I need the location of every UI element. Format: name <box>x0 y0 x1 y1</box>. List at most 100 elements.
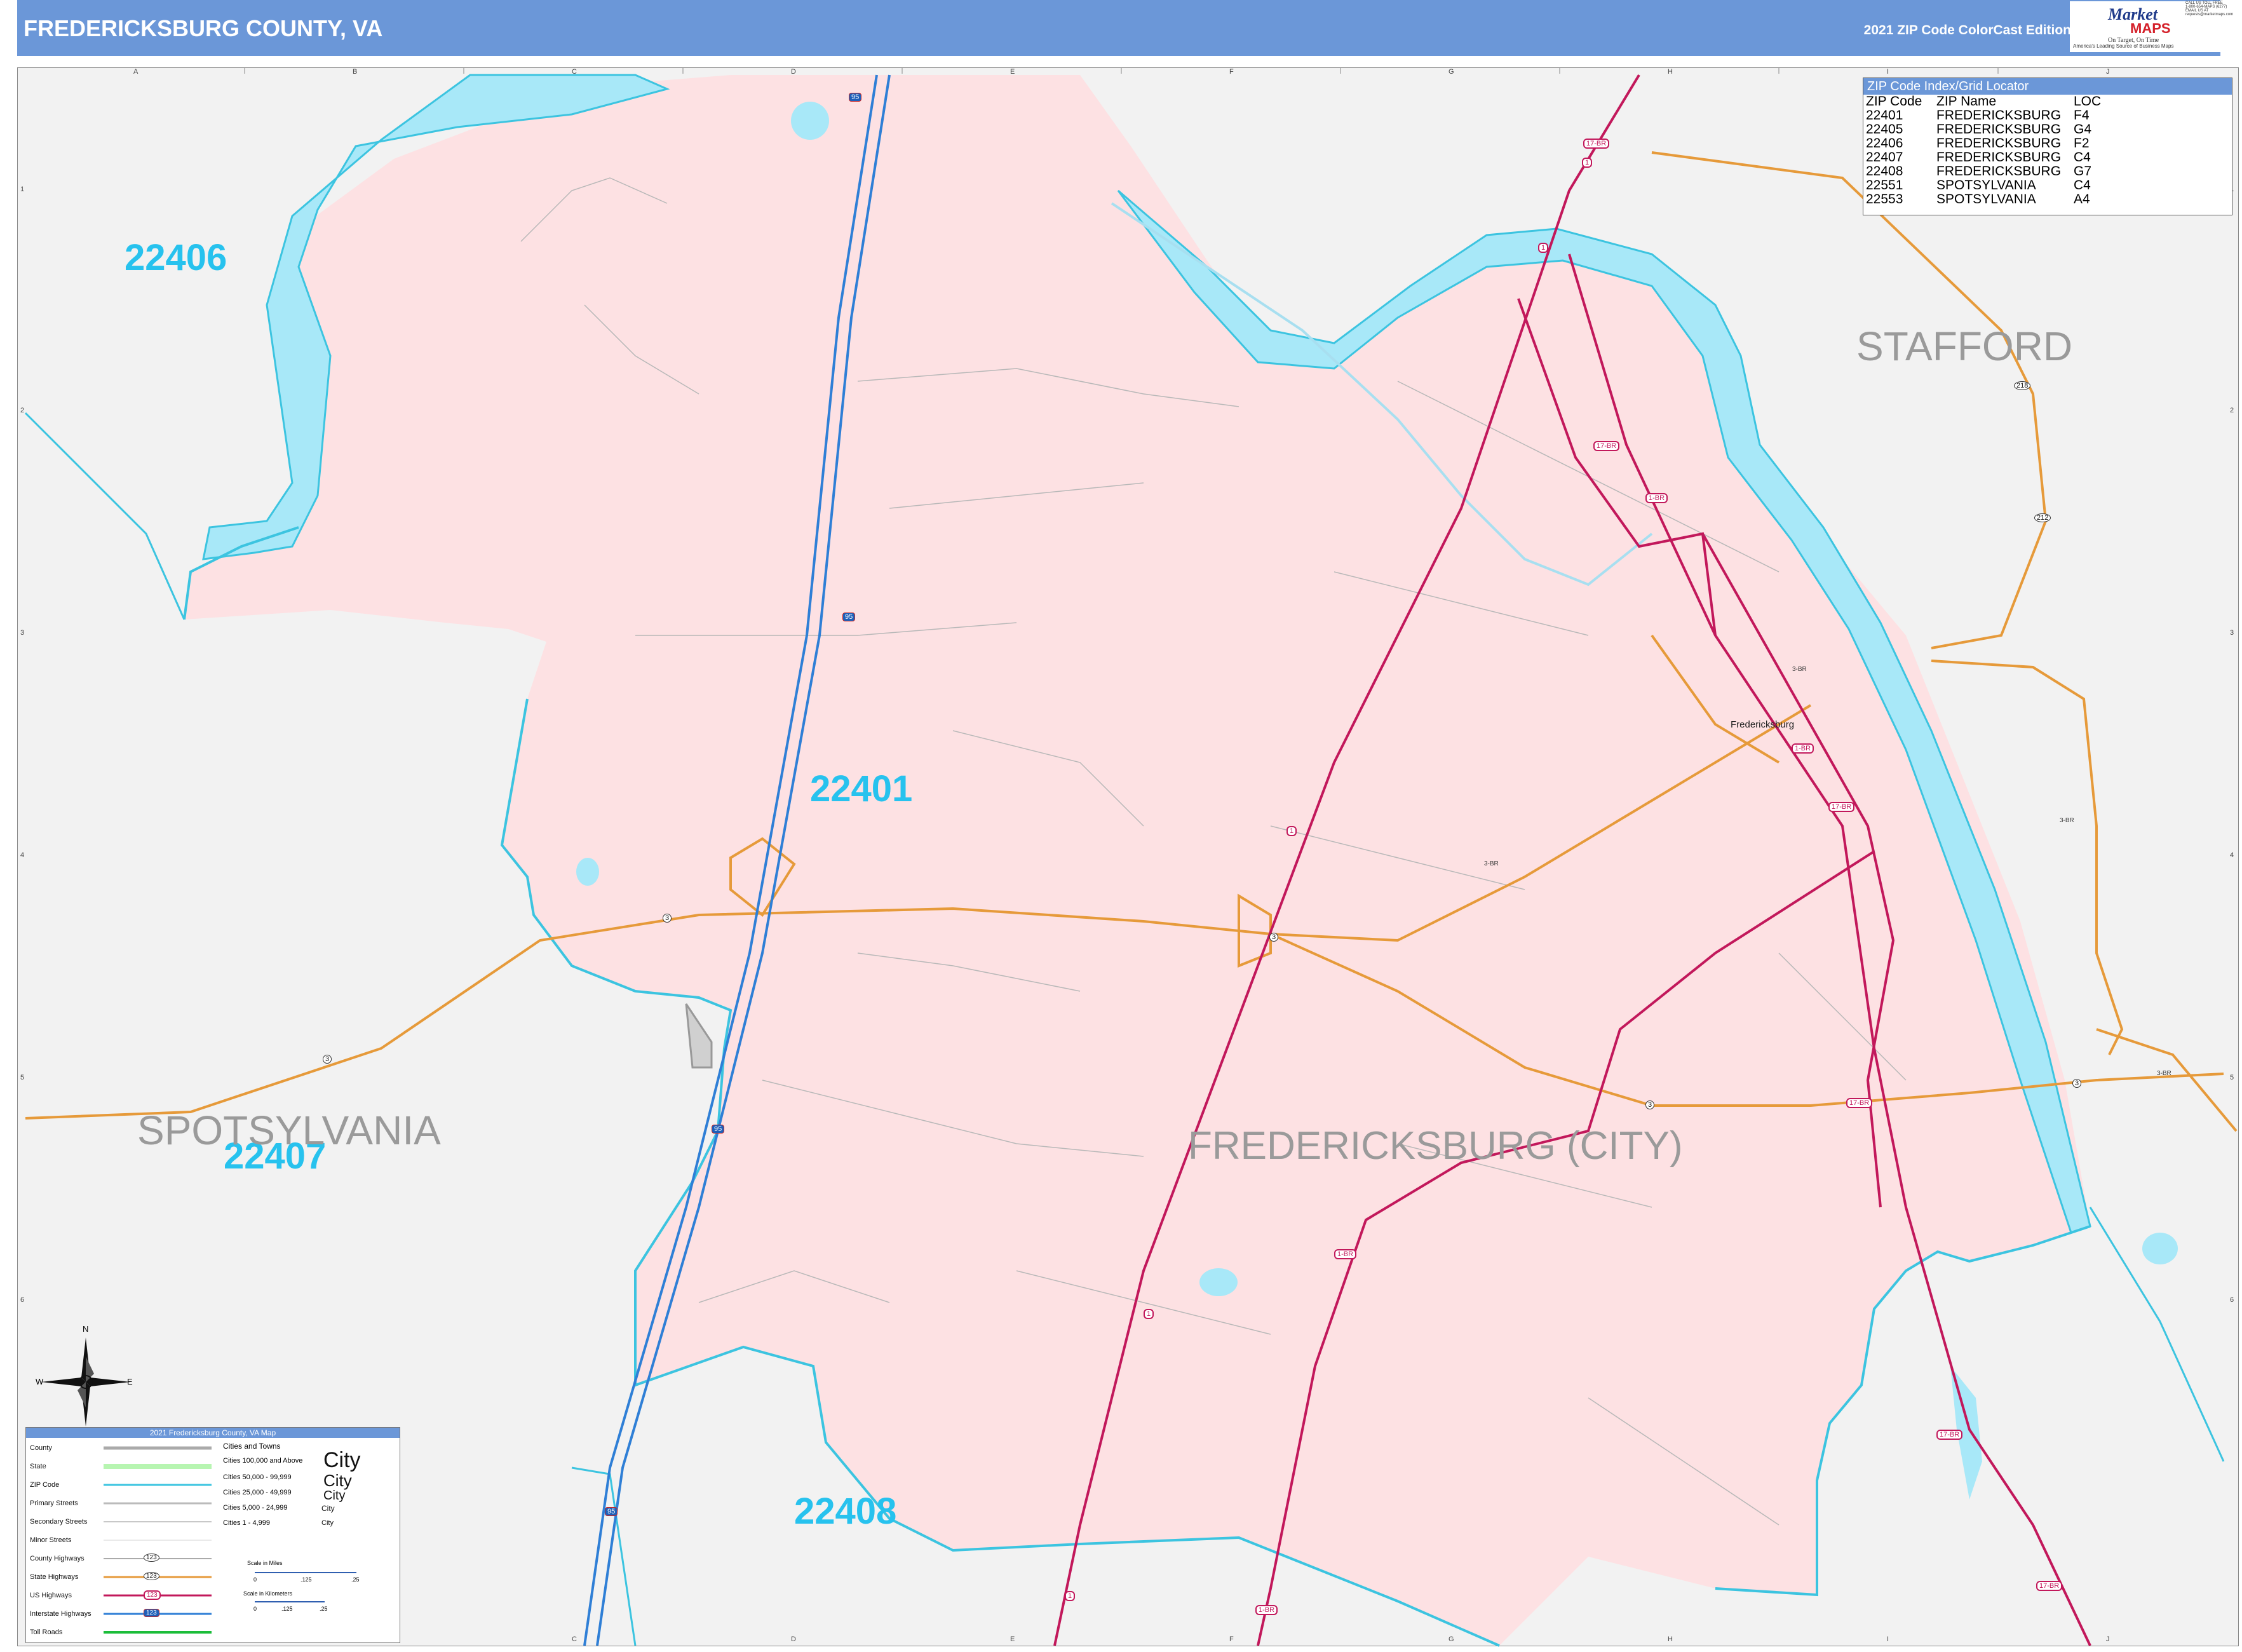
legend-title: 2021 Fredericksburg County, VA Map <box>26 1428 400 1438</box>
zip-22401-area[interactable] <box>184 75 2090 1646</box>
legend-city-sample: City <box>323 1489 346 1503</box>
zip-index-name: FREDERICKSBURG <box>1936 150 2062 165</box>
lake <box>576 858 599 886</box>
grid-letter: D <box>791 1635 796 1643</box>
scale-miles-title: Scale in Miles <box>247 1560 283 1566</box>
grid-letter: H <box>1668 1635 1673 1643</box>
zip-label-22408[interactable]: 22408 <box>794 1490 896 1533</box>
zip-index-col-header: ZIP Code <box>1866 94 1922 109</box>
us-17br-shield: 17-BR <box>2036 1581 2063 1591</box>
legend-item: US Highways <box>30 1592 72 1599</box>
us-1br-shield: 1-BR <box>1334 1249 1357 1259</box>
zip-index-row[interactable]: 22405 FREDERICKSBURG G4 <box>1865 123 2114 137</box>
compass-rose: N S E W <box>36 1324 133 1438</box>
zip-label-22406[interactable]: 22406 <box>125 236 227 279</box>
zip-index-loc: A4 <box>2074 192 2090 207</box>
legend-city-class: Cities 5,000 - 24,999 <box>223 1504 288 1512</box>
zip-index-name: SPOTSYLVANIA <box>1936 178 2036 193</box>
zip-label-22401[interactable]: 22401 <box>810 768 912 810</box>
zip-index-loc: F2 <box>2074 136 2090 151</box>
us-1-shield: 1 <box>1286 826 1297 836</box>
zip-index-loc: G7 <box>2074 164 2092 179</box>
legend-city-class: Cities 1 - 4,999 <box>223 1519 270 1527</box>
county-label-stafford: STAFFORD <box>1856 323 2073 369</box>
compass-w: W <box>36 1377 44 1386</box>
scale-km-title: Scale in Kilometers <box>243 1590 293 1597</box>
legend-state-shield: 123 <box>144 1572 159 1580</box>
zip-index-col-header: LOC <box>2074 94 2102 109</box>
compass-icon <box>41 1337 130 1426</box>
zip-index-zip: 22405 <box>1866 122 1903 137</box>
state-route-3br-label: 3-BR <box>1792 666 1807 673</box>
scale-tick: 0 <box>253 1576 257 1583</box>
us-1br-shield: 1-BR <box>1255 1605 1278 1615</box>
zip-code-index: ZIP Code Index/Grid Locator ZIP Code ZIP… <box>1863 78 2232 215</box>
us-17br-shield: 17-BR <box>1583 139 1610 149</box>
interstate-95-shield: 95 <box>605 1507 618 1516</box>
state-route-3-shield: 3 <box>323 1055 332 1064</box>
zip-index-row[interactable]: 22408 FREDERICKSBURG G7 <box>1865 165 2114 179</box>
us-1-shield: 1 <box>1065 1591 1076 1601</box>
zip-index-loc: G4 <box>2074 122 2092 137</box>
legend-city-sample: City <box>321 1519 334 1527</box>
zip-index-col-header: ZIP Name <box>1936 94 1997 109</box>
zip-index-loc: C4 <box>2074 178 2091 193</box>
us-1br-shield: 1-BR <box>1645 493 1668 503</box>
zip-index-row[interactable]: 22406 FREDERICKSBURG F2 <box>1865 137 2114 151</box>
grid-letter: J <box>2106 68 2110 76</box>
legend-item: County <box>30 1444 52 1452</box>
zip-index-name: SPOTSYLVANIA <box>1936 192 2036 207</box>
legend-city-class: Cities 50,000 - 99,999 <box>223 1473 292 1481</box>
zip-index-table: ZIP Code ZIP Name LOC 22401 FREDERICKSBU… <box>1865 95 2114 207</box>
legend-item: State <box>30 1463 46 1470</box>
zip-index-loc: F4 <box>2074 108 2090 123</box>
zip-boundary <box>571 1466 637 1646</box>
zip-index-loc: C4 <box>2074 150 2091 165</box>
zip-index-zip: 22553 <box>1866 192 1903 207</box>
grid-letter: B <box>353 68 358 76</box>
grid-number: 4 <box>20 851 25 859</box>
us-17br-shield: 17-BR <box>1936 1430 1963 1440</box>
zip-index-row[interactable]: 22401 FREDERICKSBURG F4 <box>1865 109 2114 123</box>
legend-cities-title: Cities and Towns <box>223 1442 281 1451</box>
zip-index-name: FREDERICKSBURG <box>1936 108 2062 123</box>
grid-letter: F <box>1229 1635 1234 1643</box>
zip-index-row[interactable]: 22553 SPOTSYLVANIA A4 <box>1865 193 2114 207</box>
county-label-fredericksburg-city: FREDERICKSBURG (CITY) <box>1188 1124 1683 1168</box>
interstate-95-shield: 95 <box>712 1125 725 1134</box>
legend-city-sample: City <box>323 1448 361 1472</box>
grid-number: 4 <box>2230 851 2234 859</box>
grid-letter: C <box>572 68 577 76</box>
zip-index-row[interactable]: 22551 SPOTSYLVANIA C4 <box>1865 179 2114 193</box>
zip-index-zip: 22407 <box>1866 150 1903 165</box>
zip-index-row[interactable]: 22407 FREDERICKSBURG C4 <box>1865 151 2114 165</box>
zip-index-header-row: ZIP Code ZIP Name LOC <box>1865 95 2114 109</box>
legend-city-sample: City <box>321 1504 335 1513</box>
us-1-shield: 1 <box>1582 158 1593 168</box>
zip-index-title: ZIP Code Index/Grid Locator <box>1863 78 2232 95</box>
us-17br-shield: 17-BR <box>1846 1098 1873 1108</box>
legend-county-shield: 123 <box>144 1554 159 1562</box>
legend-us-shield: 123 <box>144 1590 161 1600</box>
zip-index-zip: 22401 <box>1866 108 1903 123</box>
legend-item: County Highways <box>30 1555 84 1562</box>
grid-letter: E <box>1010 68 1015 76</box>
lake <box>791 102 829 140</box>
zip-index-name: FREDERICKSBURG <box>1936 136 2062 151</box>
state-route-3br-label: 3-BR <box>1484 860 1499 867</box>
grid-letter: D <box>791 68 796 76</box>
town-label-fredericksburg[interactable]: Fredericksburg <box>1731 719 1794 730</box>
us-1br-shield: 1-BR <box>1792 743 1814 754</box>
legend-city-class: Cities 100,000 and Above <box>223 1457 303 1465</box>
grid-number: 6 <box>20 1296 25 1304</box>
lake <box>2142 1233 2178 1264</box>
grid-number: 3 <box>20 629 25 637</box>
map-canvas[interactable] <box>0 0 2242 1652</box>
zip-index-zip: 22408 <box>1866 164 1903 179</box>
scale-tick: .25 <box>351 1576 360 1583</box>
legend-symbols <box>104 1446 212 1634</box>
map-legend: 2021 Fredericksburg County, VA Map Count… <box>25 1427 400 1643</box>
interstate-95-shield: 95 <box>842 613 856 621</box>
zip-index-zip: 22551 <box>1866 178 1903 193</box>
state-route-3br-label: 3-BR <box>2060 817 2074 824</box>
